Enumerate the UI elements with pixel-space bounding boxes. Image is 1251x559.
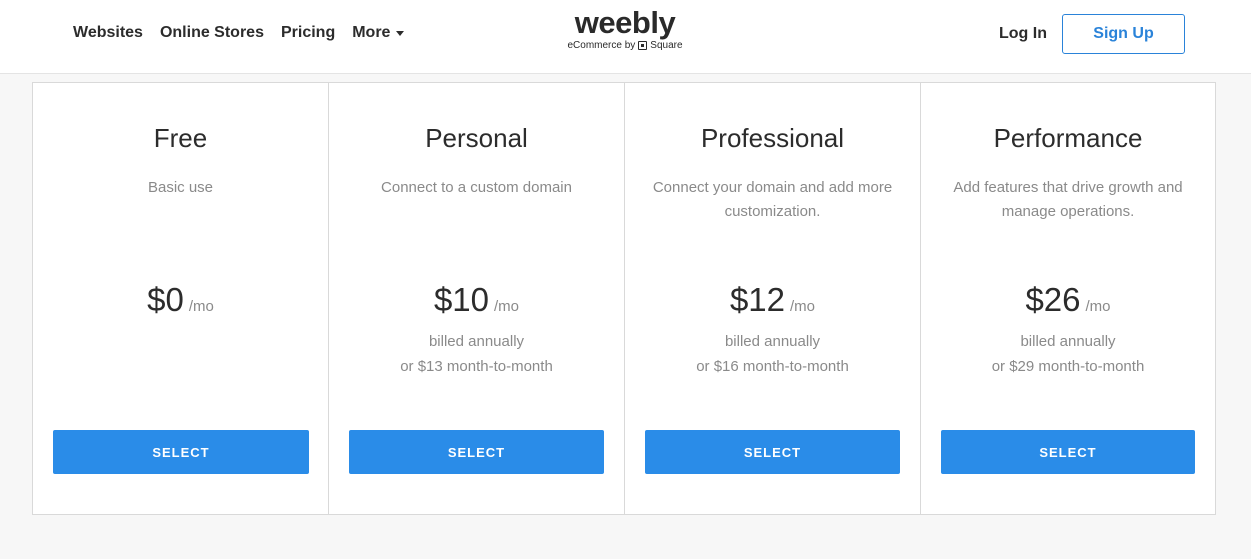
plan-price-row: $0 /mo: [33, 281, 328, 319]
plan-card-professional: Professional Connect your domain and add…: [625, 83, 921, 514]
nav-link-websites[interactable]: Websites: [73, 24, 143, 42]
select-professional-button[interactable]: SELECT: [645, 430, 900, 474]
plan-billing-info: billed annually or $29 month-to-month: [921, 329, 1215, 379]
square-logo-icon: [638, 41, 648, 50]
plan-billed-annually: billed annually: [1020, 333, 1116, 350]
login-link[interactable]: Log In: [999, 25, 1047, 43]
plan-description: Add features that drive growth and manag…: [953, 179, 1183, 220]
plan-price: $12: [729, 281, 786, 318]
plan-price-period: /mo: [1085, 298, 1111, 315]
plan-price-period: /mo: [494, 298, 520, 315]
logo-tagline: eCommerce by Square: [560, 40, 690, 51]
plan-name: Professional: [700, 123, 845, 153]
logo-wordmark: weebly: [574, 5, 676, 40]
select-free-button[interactable]: SELECT: [53, 430, 309, 474]
plan-billed-annually: billed annually: [428, 333, 525, 350]
plan-card-personal: Personal Connect to a custom domain $10 …: [329, 83, 625, 514]
nav-link-online-stores[interactable]: Online Stores: [160, 24, 264, 42]
weebly-logo[interactable]: weebly eCommerce by Square: [560, 5, 690, 52]
plan-billing-info: billed annually or $13 month-to-month: [329, 329, 624, 379]
plan-name: Performance: [993, 123, 1143, 153]
plan-description: Connect your domain and add more customi…: [652, 179, 893, 220]
plan-monthly-price: or $13 month-to-month: [400, 358, 553, 375]
plan-card-performance: Performance Add features that drive grow…: [921, 83, 1215, 514]
nav-more-dropdown[interactable]: More: [352, 24, 405, 42]
signup-button[interactable]: Sign Up: [1062, 14, 1185, 54]
pricing-plans-table: Free Basic use $0 /mo SELECT Personal Co…: [32, 82, 1216, 515]
select-performance-button[interactable]: SELECT: [941, 430, 1195, 474]
plan-name: Free: [153, 123, 208, 153]
nav-link-pricing[interactable]: Pricing: [281, 24, 335, 42]
plan-price: $26: [1025, 281, 1081, 318]
select-personal-button[interactable]: SELECT: [349, 430, 604, 474]
plan-name: Personal: [425, 123, 528, 153]
plan-monthly-price: or $16 month-to-month: [696, 358, 849, 375]
caret-down-icon: [396, 30, 405, 36]
logo-tagline-brand: Square: [650, 40, 683, 51]
plan-price-period: /mo: [188, 298, 214, 315]
plan-billed-annually: billed annually: [724, 333, 821, 350]
top-nav-bar: Websites Online Stores Pricing More weeb…: [0, 0, 1251, 74]
plan-description: Connect to a custom domain: [381, 179, 572, 196]
plan-monthly-price: or $29 month-to-month: [991, 358, 1145, 375]
nav-more-label: More: [352, 24, 391, 41]
plan-price-period: /mo: [790, 298, 816, 315]
plan-price: $0: [147, 281, 184, 318]
plan-description: Basic use: [147, 179, 214, 196]
plan-price: $10: [433, 281, 490, 318]
logo-tagline-prefix: eCommerce by: [567, 40, 636, 51]
plan-price-row: $26 /mo: [921, 281, 1215, 319]
plan-price-row: $12 /mo: [625, 281, 920, 319]
plan-card-free: Free Basic use $0 /mo SELECT: [33, 83, 329, 514]
plan-price-row: $10 /mo: [329, 281, 624, 319]
main-nav: Websites Online Stores Pricing More: [73, 24, 405, 42]
plan-billing-info: billed annually or $16 month-to-month: [625, 329, 920, 379]
